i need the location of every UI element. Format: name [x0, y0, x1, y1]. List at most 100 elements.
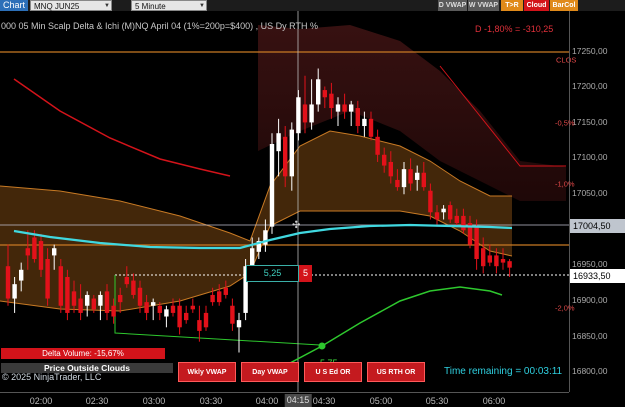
- candle-body: [236, 320, 242, 328]
- percent-summary: D -1,80% = -310,25: [475, 24, 554, 34]
- t-r-button[interactable]: T>R: [501, 0, 523, 11]
- time-tick: 05:30: [425, 396, 449, 406]
- candle-body: [203, 312, 209, 328]
- barcol-button[interactable]: BarCol: [550, 0, 578, 11]
- us-ed-or-button[interactable]: U S Ed OR: [304, 362, 362, 382]
- w-vwap-button[interactable]: W VWAP: [468, 0, 499, 11]
- candle-body: [335, 104, 341, 112]
- candle-body: [177, 305, 182, 328]
- price-tick: 16900,00: [572, 295, 608, 305]
- cloud-button[interactable]: Cloud: [524, 0, 549, 11]
- candle-body: [276, 133, 281, 152]
- candle-body: [481, 248, 486, 267]
- copyright-text: © 2025 NinjaTrader, LLC: [2, 372, 102, 382]
- candle-body: [382, 154, 387, 166]
- cursor-count-badge: 5: [299, 265, 312, 282]
- candle-body: [25, 248, 30, 256]
- ma-red-line: [13, 78, 231, 177]
- candle-body: [104, 291, 110, 313]
- instrument-label: MNQ JUN25: [34, 2, 80, 11]
- chart-tab[interactable]: Chart: [0, 0, 29, 11]
- candle-body: [507, 261, 512, 268]
- time-tick: 02:00: [29, 396, 53, 406]
- candle-body: [309, 104, 314, 123]
- candle-body: [487, 255, 492, 263]
- candle-body: [329, 93, 334, 109]
- candle-body: [19, 269, 24, 281]
- chart-toolbar: Chart MNQ JUN25 ▼ 5 Minute ▼ D VWAP W VW…: [0, 0, 625, 11]
- candle-body: [85, 294, 90, 306]
- candle-body: [38, 241, 44, 270]
- candle-body: [421, 172, 426, 188]
- instrument-selector[interactable]: MNQ JUN25 ▼: [30, 0, 112, 11]
- candle-body: [32, 237, 37, 260]
- time-axis[interactable]: 02:00 02:30 03:00 03:30 04:00 04:15 04:3…: [0, 392, 569, 407]
- candle-body: [5, 266, 11, 299]
- price-axis[interactable]: 17250,00 17200,00 17150,00 17100,00 1705…: [569, 11, 625, 392]
- candle-body: [170, 305, 176, 313]
- candle-body: [302, 104, 308, 123]
- delta-volume-box: Delta Volume: -15,67%: [1, 348, 165, 359]
- candle-body: [164, 309, 169, 317]
- candle-body: [78, 298, 83, 313]
- time-remaining: Time remaining = 00:03:11: [444, 366, 563, 377]
- day-vwap-button[interactable]: Day VWAP: [241, 362, 299, 382]
- candle-body: [52, 248, 57, 256]
- time-tick: 04:00: [255, 396, 279, 406]
- interval-selector[interactable]: 5 Minute ▼: [131, 0, 207, 11]
- price-tick: 17150,00: [572, 117, 608, 127]
- us-rth-or-button[interactable]: US RTH OR: [367, 362, 425, 382]
- price-tick: 16850,00: [572, 331, 608, 341]
- time-tick: 05:00: [369, 396, 393, 406]
- candle-body: [448, 205, 453, 220]
- candle-body: [269, 143, 275, 227]
- candle-body: [415, 172, 420, 180]
- price-chart[interactable]: ✣: [0, 11, 569, 392]
- candle-body: [137, 287, 143, 306]
- pct-label: -0,5%: [555, 118, 575, 128]
- current-price-tag: 16933,50: [570, 269, 625, 283]
- candle-body: [230, 305, 235, 324]
- time-tick: 03:30: [199, 396, 223, 406]
- candle-body: [368, 118, 374, 137]
- candle-body: [355, 108, 360, 127]
- candle-body: [342, 104, 347, 112]
- candle-body: [71, 291, 77, 306]
- candle-body: [197, 320, 202, 331]
- candle-body: [434, 212, 440, 220]
- candle-body: [362, 118, 367, 127]
- candle-body: [388, 161, 393, 177]
- cursor-value-box: 5,25: [246, 265, 299, 282]
- candle-body: [45, 259, 50, 299]
- candle-body: [98, 294, 103, 306]
- candle-body: [12, 284, 17, 299]
- candle-body: [322, 90, 327, 98]
- candle-body: [500, 259, 506, 263]
- candle-body: [124, 276, 129, 285]
- time-tick: 02:30: [85, 396, 109, 406]
- candle-body: [441, 208, 446, 213]
- chart-title: 000 05 Min Scalp Delta & Ichi (M)NQ Apri…: [1, 21, 318, 31]
- candle-body: [250, 248, 255, 267]
- price-tick: 17050,00: [572, 188, 608, 198]
- ma-green-marker: [318, 342, 326, 350]
- candle-body: [349, 104, 354, 112]
- candle-body: [401, 169, 407, 188]
- candle-body: [210, 294, 215, 303]
- candle-body: [375, 136, 380, 155]
- price-tick: 17200,00: [572, 81, 608, 91]
- wkly-vwap-button[interactable]: Wkly VWAP: [178, 362, 236, 382]
- price-tick: 16800,00: [572, 366, 608, 376]
- candle-body: [461, 215, 466, 231]
- candle-body: [296, 97, 301, 134]
- candle-body: [217, 291, 222, 303]
- time-tick: 03:00: [142, 396, 166, 406]
- candle-body: [144, 302, 149, 313]
- d-vwap-button[interactable]: D VWAP: [438, 0, 467, 11]
- candle-body: [474, 226, 479, 260]
- candle-body: [454, 215, 459, 224]
- price-tick: 17100,00: [572, 152, 608, 162]
- price-tick: 17250,00: [572, 46, 608, 56]
- candle-body: [111, 305, 116, 317]
- candle-body: [408, 169, 413, 184]
